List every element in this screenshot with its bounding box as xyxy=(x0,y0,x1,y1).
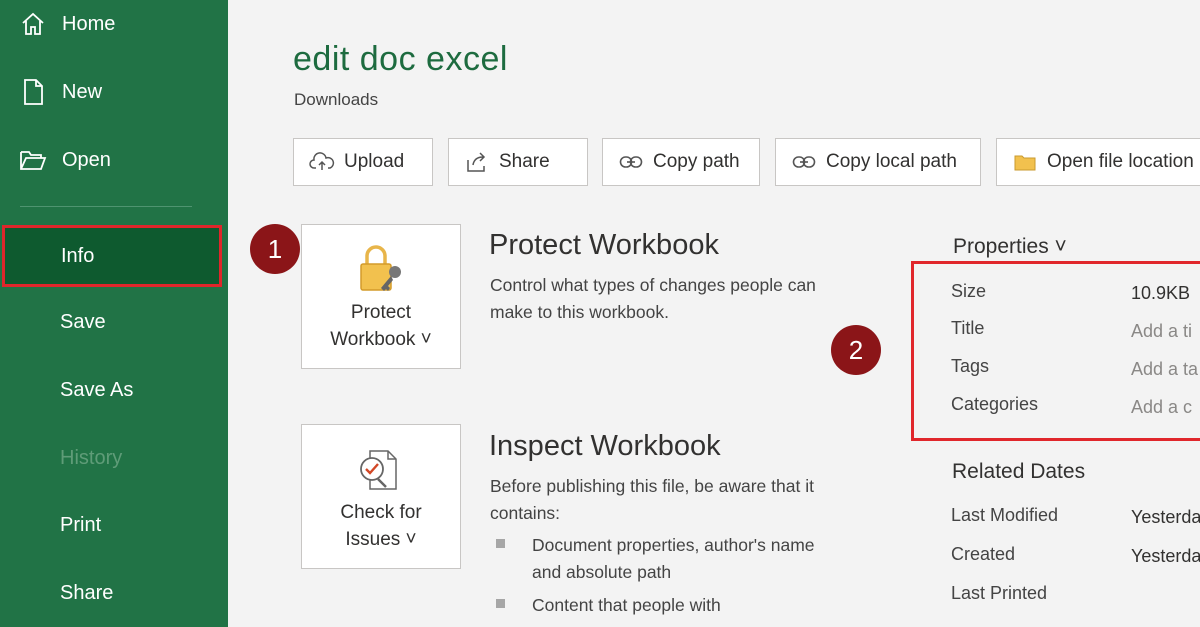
new-document-icon xyxy=(18,77,48,107)
prop-size-key: Size xyxy=(951,281,987,301)
nav-save[interactable]: Save xyxy=(0,294,228,350)
created-value: Yesterda xyxy=(1131,546,1200,566)
last-printed-key: Last Printed xyxy=(951,583,1048,603)
protect-workbook-button[interactable]: Protect Workbook ˅ xyxy=(301,224,461,369)
prop-size-value: 10.9KB xyxy=(1131,283,1191,303)
bullet-marker xyxy=(496,599,505,608)
protect-workbook-description: Control what types of changes people can… xyxy=(490,275,816,322)
nav-open[interactable]: Open xyxy=(0,132,228,188)
inspect-label-line1: Check for xyxy=(340,502,422,523)
backstage-sidebar: Home New Open Info Save Save As History … xyxy=(0,0,228,627)
copy-path-button[interactable]: Copy path xyxy=(602,138,760,186)
nav-save-as[interactable]: Save As xyxy=(0,362,228,418)
document-title: edit doc excel xyxy=(293,40,508,78)
inspect-bullet-2: Content that people with xyxy=(532,595,721,615)
created-key: Created xyxy=(951,544,1016,564)
inspect-bullet-1: Document properties, author's name and a… xyxy=(532,535,815,582)
prop-title-key: Title xyxy=(951,318,985,338)
upload-label: Upload xyxy=(344,151,405,172)
nav-print-label: Print xyxy=(60,513,102,536)
open-folder-icon xyxy=(18,145,48,175)
prop-categories-key: Categories xyxy=(951,394,1039,414)
nav-divider xyxy=(20,206,192,207)
inspect-workbook-description: Before publishing this file, be aware th… xyxy=(490,476,814,523)
protect-workbook-title: Protect Workbook xyxy=(489,229,719,261)
copy-local-path-button[interactable]: Copy local path xyxy=(775,138,981,186)
check-for-issues-button[interactable]: Check for Issues ˅ xyxy=(301,424,461,569)
inspect-document-icon xyxy=(356,441,406,497)
nav-home-label: Home xyxy=(62,12,116,35)
link-icon xyxy=(790,150,818,174)
share-label: Share xyxy=(499,151,550,172)
nav-save-label: Save xyxy=(60,310,106,333)
nav-new[interactable]: New xyxy=(0,64,228,120)
properties-dropdown[interactable]: Properties ˅ xyxy=(953,235,1067,259)
copy-path-label: Copy path xyxy=(653,151,740,172)
protect-workbook-label: Protect Workbook ˅ xyxy=(330,299,432,353)
step-badge-2: 2 xyxy=(831,325,881,375)
check-for-issues-label: Check for Issues ˅ xyxy=(340,499,421,553)
protect-label-line1: Protect xyxy=(350,302,412,323)
cloud-upload-icon xyxy=(308,150,336,174)
share-icon xyxy=(463,150,491,174)
prop-categories-input[interactable]: Add a c xyxy=(1131,397,1192,418)
document-location: Downloads xyxy=(294,90,379,109)
prop-tags-input[interactable]: Add a ta xyxy=(1131,359,1198,380)
open-file-location-label: Open file location xyxy=(1047,151,1194,172)
nav-info[interactable]: Info xyxy=(2,225,222,287)
nav-home[interactable]: Home xyxy=(0,0,228,52)
copy-local-path-label: Copy local path xyxy=(826,151,957,172)
nav-share[interactable]: Share xyxy=(0,565,228,621)
nav-save-as-label: Save As xyxy=(60,378,134,401)
lock-key-icon xyxy=(355,241,407,297)
nav-history: History xyxy=(0,430,228,486)
home-icon xyxy=(18,9,48,39)
inspect-label-line2: Issues ˅ xyxy=(345,529,417,550)
bullet-marker xyxy=(496,539,505,548)
related-dates-heading: Related Dates xyxy=(952,460,1086,483)
protect-label-line2: Workbook ˅ xyxy=(330,329,432,350)
nav-new-label: New xyxy=(62,80,103,103)
nav-share-label: Share xyxy=(60,581,114,604)
last-modified-value: Yesterda xyxy=(1131,507,1200,527)
step-badge-1: 1 xyxy=(250,224,300,274)
open-file-location-button[interactable]: Open file location xyxy=(996,138,1200,186)
upload-button[interactable]: Upload xyxy=(293,138,433,186)
folder-icon xyxy=(1011,150,1039,174)
prop-title-input[interactable]: Add a ti xyxy=(1131,321,1192,342)
prop-tags-key: Tags xyxy=(951,356,990,376)
nav-info-label: Info xyxy=(61,244,95,267)
nav-print[interactable]: Print xyxy=(0,497,228,553)
link-icon xyxy=(617,150,645,174)
share-button[interactable]: Share xyxy=(448,138,588,186)
nav-open-label: Open xyxy=(62,148,111,171)
nav-history-label: History xyxy=(60,446,123,469)
inspect-workbook-title: Inspect Workbook xyxy=(489,430,721,462)
last-modified-key: Last Modified xyxy=(951,505,1059,525)
